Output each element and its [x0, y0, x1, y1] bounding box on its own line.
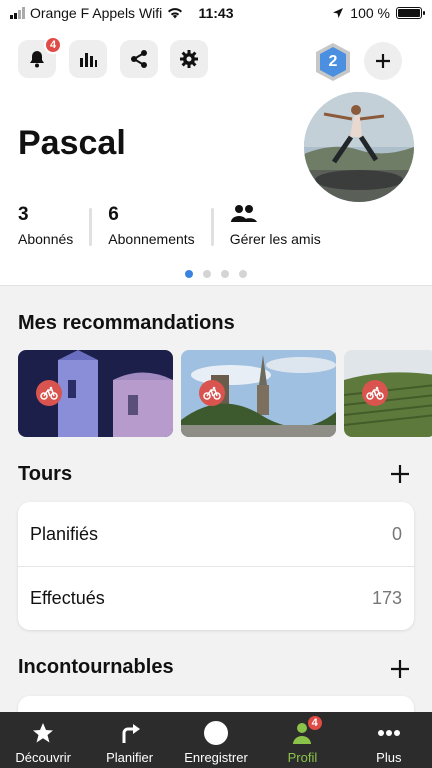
recommendation-card[interactable] [18, 350, 173, 437]
tab-label: Planifier [106, 750, 154, 765]
recommendation-card[interactable] [181, 350, 336, 437]
friends-icon [230, 204, 321, 228]
record-icon [203, 720, 229, 746]
battery-icon [396, 7, 425, 19]
bike-badge [199, 380, 225, 406]
tab-more[interactable]: Plus [346, 712, 432, 768]
profile-name: Pascal [18, 124, 126, 162]
recommendations-carousel[interactable] [18, 350, 432, 437]
tab-profile[interactable]: 4 Profil [259, 712, 345, 768]
page-dot [203, 270, 211, 278]
recommendation-card[interactable] [344, 350, 432, 437]
recommendations-title: Mes recommandations [18, 312, 235, 334]
tours-card: Planifiés 0 Effectués 173 [18, 502, 414, 630]
planned-count: 0 [391, 523, 402, 544]
tab-label: Profil [287, 750, 318, 765]
following-count: 6 [108, 204, 119, 225]
plus-icon [376, 54, 390, 68]
tours-title: Tours [18, 463, 73, 485]
status-right: 100 % [332, 5, 425, 21]
stat-divider [89, 208, 93, 246]
share-button[interactable] [120, 40, 158, 78]
completed-label: Effectués [30, 588, 105, 608]
gear-icon [180, 50, 198, 68]
profile-stats: 3 Abonnés 6 Abonnements Gérer les amis [18, 204, 337, 247]
route-arrow-icon [118, 720, 142, 746]
avatar-photo [304, 92, 414, 202]
page-indicator[interactable] [0, 270, 432, 278]
signal-icon [10, 7, 25, 19]
manage-friends-label: Gérer les amis [229, 231, 321, 247]
wifi-icon [168, 8, 183, 19]
followers-stat[interactable]: 3 Abonnés [18, 204, 89, 247]
star-icon [31, 720, 55, 746]
bike-icon [366, 386, 384, 400]
more-icon [377, 720, 401, 746]
settings-button[interactable] [170, 40, 208, 78]
planned-label: Planifiés [30, 523, 99, 544]
tab-record[interactable]: Enregistrer [173, 712, 259, 768]
notifications-button[interactable]: 4 [18, 36, 62, 78]
bar-chart-icon [80, 53, 97, 67]
followers-label: Abonnés [18, 231, 74, 247]
notification-badge: 4 [44, 36, 62, 54]
level-number: 2 [328, 53, 338, 70]
completed-tours-row[interactable]: Effectués 173 [18, 566, 414, 630]
bike-badge [362, 380, 388, 406]
plus-icon [391, 660, 409, 678]
following-label: Abonnements [108, 231, 195, 247]
profile-header: 4 2 Pascal 3 Abonnés 6 Abonnements Gérer… [0, 26, 432, 286]
highlights-title: Incontournables [18, 656, 174, 678]
add-level-button[interactable] [364, 42, 402, 80]
tab-label: Enregistrer [184, 750, 248, 765]
bell-icon [30, 51, 44, 68]
location-arrow-icon [333, 8, 344, 18]
completed-count: 173 [371, 588, 402, 608]
status-left: Orange F Appels Wifi [10, 5, 332, 21]
avatar[interactable] [304, 92, 414, 202]
tab-discover[interactable]: Découvrir [0, 712, 86, 768]
share-icon [131, 50, 147, 68]
tab-bar: Découvrir Planifier Enregistrer 4 Profil… [0, 712, 432, 768]
add-highlight-button[interactable] [390, 656, 410, 684]
following-stat[interactable]: 6 Abonnements [108, 204, 210, 247]
tab-label: Plus [376, 750, 402, 765]
planned-tours-row[interactable]: Planifiés 0 [18, 502, 414, 566]
page-dot [185, 270, 193, 278]
profile-badge: 4 [305, 714, 324, 732]
bike-badge [36, 380, 62, 406]
statistics-button[interactable] [69, 40, 107, 78]
manage-friends[interactable]: Gérer les amis [230, 204, 337, 247]
stat-divider [210, 208, 214, 246]
vineyard-photo [344, 350, 432, 437]
carrier-label: Orange F Appels Wifi [30, 5, 163, 21]
battery-label: 100 % [350, 5, 390, 21]
followers-count: 3 [18, 204, 29, 225]
bike-icon [40, 386, 58, 400]
add-tour-button[interactable] [390, 461, 410, 489]
level-badge[interactable]: 2 [314, 42, 352, 82]
plus-icon [391, 465, 409, 483]
tab-plan[interactable]: Planifier [86, 712, 172, 768]
tab-label: Découvrir [15, 750, 72, 765]
bike-icon [203, 386, 221, 400]
page-dot [221, 270, 229, 278]
status-bar: Orange F Appels Wifi 11:43 100 % [0, 0, 432, 26]
page-dot [239, 270, 247, 278]
